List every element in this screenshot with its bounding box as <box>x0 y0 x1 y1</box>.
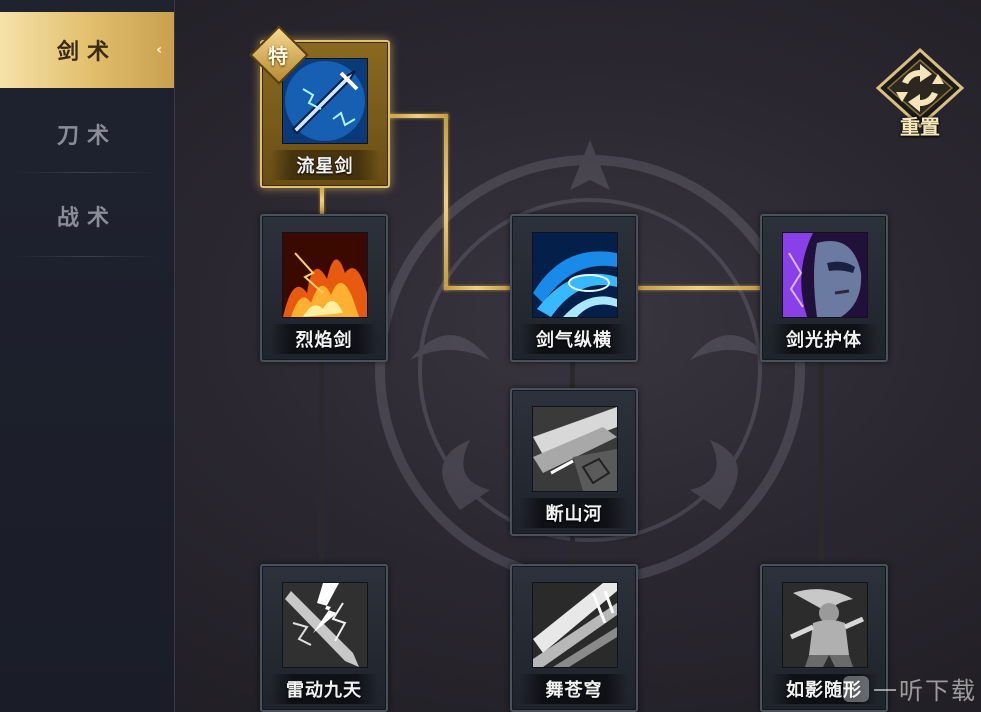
skill-tree-screen: 剑术 ‹ 刀术 战术 流星剑 特 烈焰剑 剑气纵横 剑光护体 断山河 雷动九天 … <box>0 0 981 712</box>
tab-blade-art[interactable]: 刀术 <box>0 96 174 172</box>
slash-rock-icon <box>532 406 618 492</box>
tab-label: 剑术 <box>56 40 117 65</box>
divider <box>14 256 160 257</box>
skill-card-jianguanghuti[interactable]: 剑光护体 <box>760 214 888 362</box>
tab-label: 刀术 <box>56 124 117 149</box>
active-connector <box>444 114 448 290</box>
active-connector <box>636 286 762 290</box>
tab-label: 战术 <box>56 206 117 231</box>
skill-card-lieyanjian[interactable]: 烈焰剑 <box>260 214 388 362</box>
active-connector <box>444 286 510 290</box>
skill-card-jianqizongheng[interactable]: 剑气纵横 <box>510 214 638 362</box>
connector-line <box>570 358 575 390</box>
skill-name: 舞苍穹 <box>520 674 628 704</box>
white-lightning-icon <box>282 582 368 668</box>
tab-tactics[interactable]: 战术 <box>0 178 174 254</box>
connector-line <box>819 358 824 564</box>
skill-name: 流星剑 <box>270 150 380 180</box>
skill-card-wucangqiong[interactable]: 舞苍穹 <box>510 564 638 712</box>
background-emblem <box>375 140 805 585</box>
active-connector <box>320 186 324 214</box>
skill-card-duanshanhe[interactable]: 断山河 <box>510 388 638 536</box>
active-connector <box>388 114 448 118</box>
watermark: 一听下载 <box>843 671 977 706</box>
connector-line <box>570 532 575 564</box>
blue-swirl-icon <box>532 232 618 318</box>
divider <box>14 172 160 173</box>
skill-name: 烈焰剑 <box>270 324 378 354</box>
tab-sword-art[interactable]: 剑术 ‹ <box>0 12 174 88</box>
sword-rain-icon <box>532 582 618 668</box>
watermark-logo-icon <box>843 675 869 702</box>
watermark-text: 一听下载 <box>873 677 977 705</box>
skill-card-leidongjiutian[interactable]: 雷动九天 <box>260 564 388 712</box>
skill-name: 断山河 <box>520 498 628 528</box>
reset-label: 重置 <box>900 115 940 139</box>
connector-line <box>319 358 324 564</box>
special-badge-text: 特 <box>268 43 288 68</box>
chevron-left-icon: ‹ <box>156 42 170 58</box>
special-badge: 特 <box>249 25 309 85</box>
reset-button[interactable]: 重置 <box>874 48 966 140</box>
shadow-warrior-icon <box>782 582 868 668</box>
skill-category-sidebar: 剑术 ‹ 刀术 战术 <box>0 0 175 712</box>
skill-name: 剑气纵横 <box>520 324 628 354</box>
skill-name: 雷动九天 <box>270 674 378 704</box>
flame-icon <box>282 232 368 318</box>
skill-name: 剑光护体 <box>770 324 878 354</box>
purple-masked-face-icon <box>782 232 868 318</box>
